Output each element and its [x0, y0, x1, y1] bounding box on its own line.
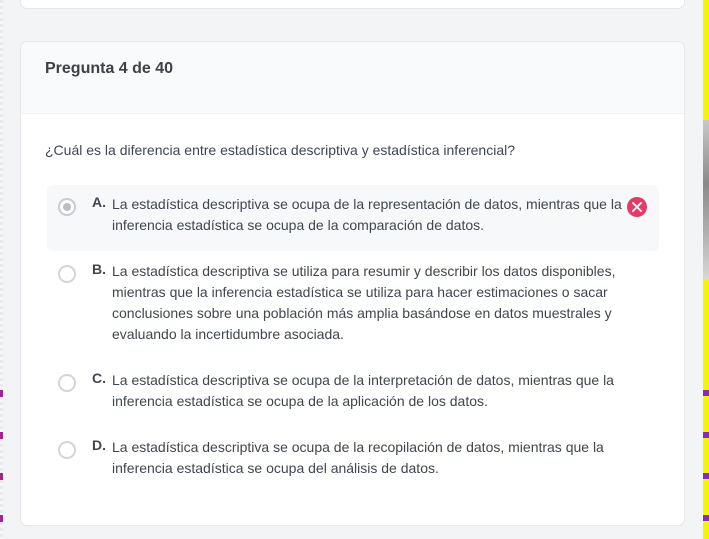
answer-option-b[interactable]: B. La estadística descriptiva se utiliza…: [47, 252, 659, 352]
right-edge-marker: [703, 432, 709, 438]
option-letter: D.: [92, 437, 106, 453]
option-text: La estadística descriptiva se ocupa de l…: [112, 196, 622, 233]
option-text: La estadística descriptiva se ocupa de l…: [112, 439, 604, 476]
answer-option-d[interactable]: D. La estadística descriptiva se ocupa d…: [47, 428, 659, 488]
right-edge-marker: [703, 473, 709, 479]
left-edge-marker: [0, 473, 3, 480]
right-edge-image-strip: [703, 120, 709, 280]
left-edge-decoration: [0, 0, 3, 539]
answer-option-c[interactable]: C. La estadística descriptiva se ocupa d…: [47, 361, 659, 421]
previous-question-card: [20, 0, 685, 9]
question-card-header: Pregunta 4 de 40: [21, 42, 684, 114]
right-edge-marker: [703, 390, 709, 396]
right-edge-marker: [703, 515, 709, 521]
question-counter: Pregunta 4 de 40: [45, 60, 174, 77]
answer-option-a[interactable]: A. La estadística descriptiva se ocupa d…: [47, 185, 659, 251]
radio-button-d[interactable]: [58, 441, 76, 459]
close-circle-icon: [627, 197, 647, 217]
radio-button-a[interactable]: [58, 198, 76, 216]
radio-button-c[interactable]: [58, 374, 76, 392]
left-edge-marker: [0, 432, 3, 439]
radio-button-b[interactable]: [58, 265, 76, 283]
option-letter: C.: [92, 370, 106, 386]
option-letter: A.: [92, 194, 106, 210]
left-edge-marker: [0, 390, 3, 397]
left-edge-marker: [0, 515, 3, 522]
option-letter: B.: [92, 261, 106, 277]
question-text: ¿Cuál es la diferencia entre estadística…: [45, 142, 516, 158]
option-text: La estadística descriptiva se utiliza pa…: [112, 263, 616, 342]
option-text: La estadística descriptiva se ocupa de l…: [112, 372, 614, 409]
question-card: Pregunta 4 de 40 ¿Cuál es la diferencia …: [20, 41, 685, 526]
